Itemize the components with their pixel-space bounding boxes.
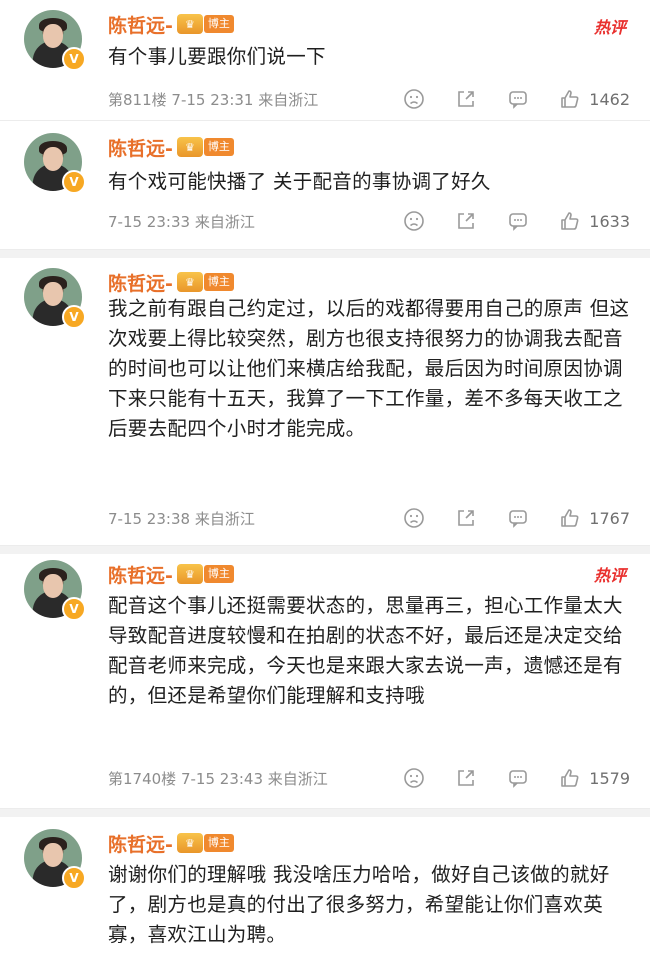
crown-icon: ♛ xyxy=(176,137,203,157)
comment-item: V 陈哲远- ♛ 博主 我之前有跟自己约定过，以后的戏都得要用自己的原声 但这次戏… xyxy=(0,250,650,546)
blogger-badge: ♛ 博主 xyxy=(176,14,234,34)
crown-icon: ♛ xyxy=(176,833,203,853)
like-button[interactable]: 1579 xyxy=(557,766,630,790)
username[interactable]: 陈哲远- xyxy=(108,561,173,588)
verified-v-icon: V xyxy=(62,866,86,890)
like-count: 1462 xyxy=(589,89,630,109)
thumbs-up-icon xyxy=(557,87,583,111)
hot-comment-label: 热评 xyxy=(593,18,626,37)
blogger-badge: ♛ 博主 xyxy=(176,272,234,292)
comment-item: V 陈哲远- ♛ 博主 谢谢你们的理解哦 我没啥压力哈哈，做好自己该做的就好了，剧… xyxy=(0,809,650,958)
comment-bubble-icon[interactable] xyxy=(505,766,531,790)
like-count: 1767 xyxy=(589,508,630,528)
like-count: 1633 xyxy=(589,211,630,231)
comment-meta: 第1740楼 7-15 23:43 来自浙江 xyxy=(108,769,328,788)
like-button[interactable]: 1462 xyxy=(557,87,630,111)
username[interactable]: 陈哲远- xyxy=(108,830,173,857)
share-icon[interactable] xyxy=(453,87,479,111)
like-count: 1579 xyxy=(589,768,630,788)
avatar[interactable]: V xyxy=(24,560,86,621)
crown-icon: ♛ xyxy=(176,564,203,584)
sad-face-icon[interactable] xyxy=(401,87,427,111)
username[interactable]: 陈哲远- xyxy=(108,269,173,296)
hot-comment-label: 热评 xyxy=(593,566,626,585)
blogger-badge: ♛ 博主 xyxy=(176,833,234,853)
verified-v-icon: V xyxy=(62,170,86,194)
avatar[interactable]: V xyxy=(24,829,86,890)
comment-item: V 陈哲远- ♛ 博主 有个戏可能快播了 关于配音的事协调了好久 7-15 23:… xyxy=(0,121,650,250)
comment-text: 有个戏可能快播了 关于配音的事协调了好久 xyxy=(108,170,491,193)
comment-text: 配音这个事儿还挺需要状态的，思量再三，担心工作量太大导致配音进度较慢和在拍剧的状… xyxy=(108,594,623,707)
sad-face-icon[interactable] xyxy=(401,209,427,233)
crown-icon: ♛ xyxy=(176,14,203,34)
blogger-badge: ♛ 博主 xyxy=(176,564,234,584)
comment-bubble-icon[interactable] xyxy=(505,209,531,233)
comment-text: 我之前有跟自己约定过，以后的戏都得要用自己的原声 但这次戏要上得比较突然，剧方也… xyxy=(108,297,630,440)
comment-meta: 7-15 23:33 来自浙江 xyxy=(108,212,255,231)
comment-bubble-icon[interactable] xyxy=(505,506,531,530)
like-button[interactable]: 1767 xyxy=(557,506,630,530)
comment-meta: 7-15 23:38 来自浙江 xyxy=(108,509,255,528)
share-icon[interactable] xyxy=(453,766,479,790)
avatar[interactable]: V xyxy=(24,133,86,194)
verified-v-icon: V xyxy=(62,597,86,621)
comment-text: 谢谢你们的理解哦 我没啥压力哈哈，做好自己该做的就好了，剧方也是真的付出了很多努… xyxy=(108,863,610,946)
thumbs-up-icon xyxy=(557,766,583,790)
username[interactable]: 陈哲远- xyxy=(108,134,173,161)
verified-v-icon: V xyxy=(62,47,86,71)
comment-bubble-icon[interactable] xyxy=(505,87,531,111)
thumbs-up-icon xyxy=(557,209,583,233)
crown-icon: ♛ xyxy=(176,272,203,292)
avatar[interactable]: V xyxy=(24,268,86,329)
sad-face-icon[interactable] xyxy=(401,506,427,530)
sad-face-icon[interactable] xyxy=(401,766,427,790)
share-icon[interactable] xyxy=(453,506,479,530)
like-button[interactable]: 1633 xyxy=(557,209,630,233)
comment-text: 有个事儿要跟你们说一下 xyxy=(108,45,326,68)
share-icon[interactable] xyxy=(453,209,479,233)
thumbs-up-icon xyxy=(557,506,583,530)
comment-item: V 陈哲远- ♛ 博主 热评 有个事儿要跟你们说一下 第811楼 7-15 23:… xyxy=(0,0,650,121)
username[interactable]: 陈哲远- xyxy=(108,11,173,38)
blogger-badge: ♛ 博主 xyxy=(176,137,234,157)
avatar[interactable]: V xyxy=(24,10,86,71)
comment-meta: 第811楼 7-15 23:31 来自浙江 xyxy=(108,90,319,109)
verified-v-icon: V xyxy=(62,305,86,329)
comment-feed: V 陈哲远- ♛ 博主 热评 有个事儿要跟你们说一下 第811楼 7-15 23:… xyxy=(0,0,650,958)
comment-item: V 陈哲远- ♛ 博主 热评 配音这个事儿还挺需要状态的，思量再三，担心工作量太大… xyxy=(0,546,650,809)
